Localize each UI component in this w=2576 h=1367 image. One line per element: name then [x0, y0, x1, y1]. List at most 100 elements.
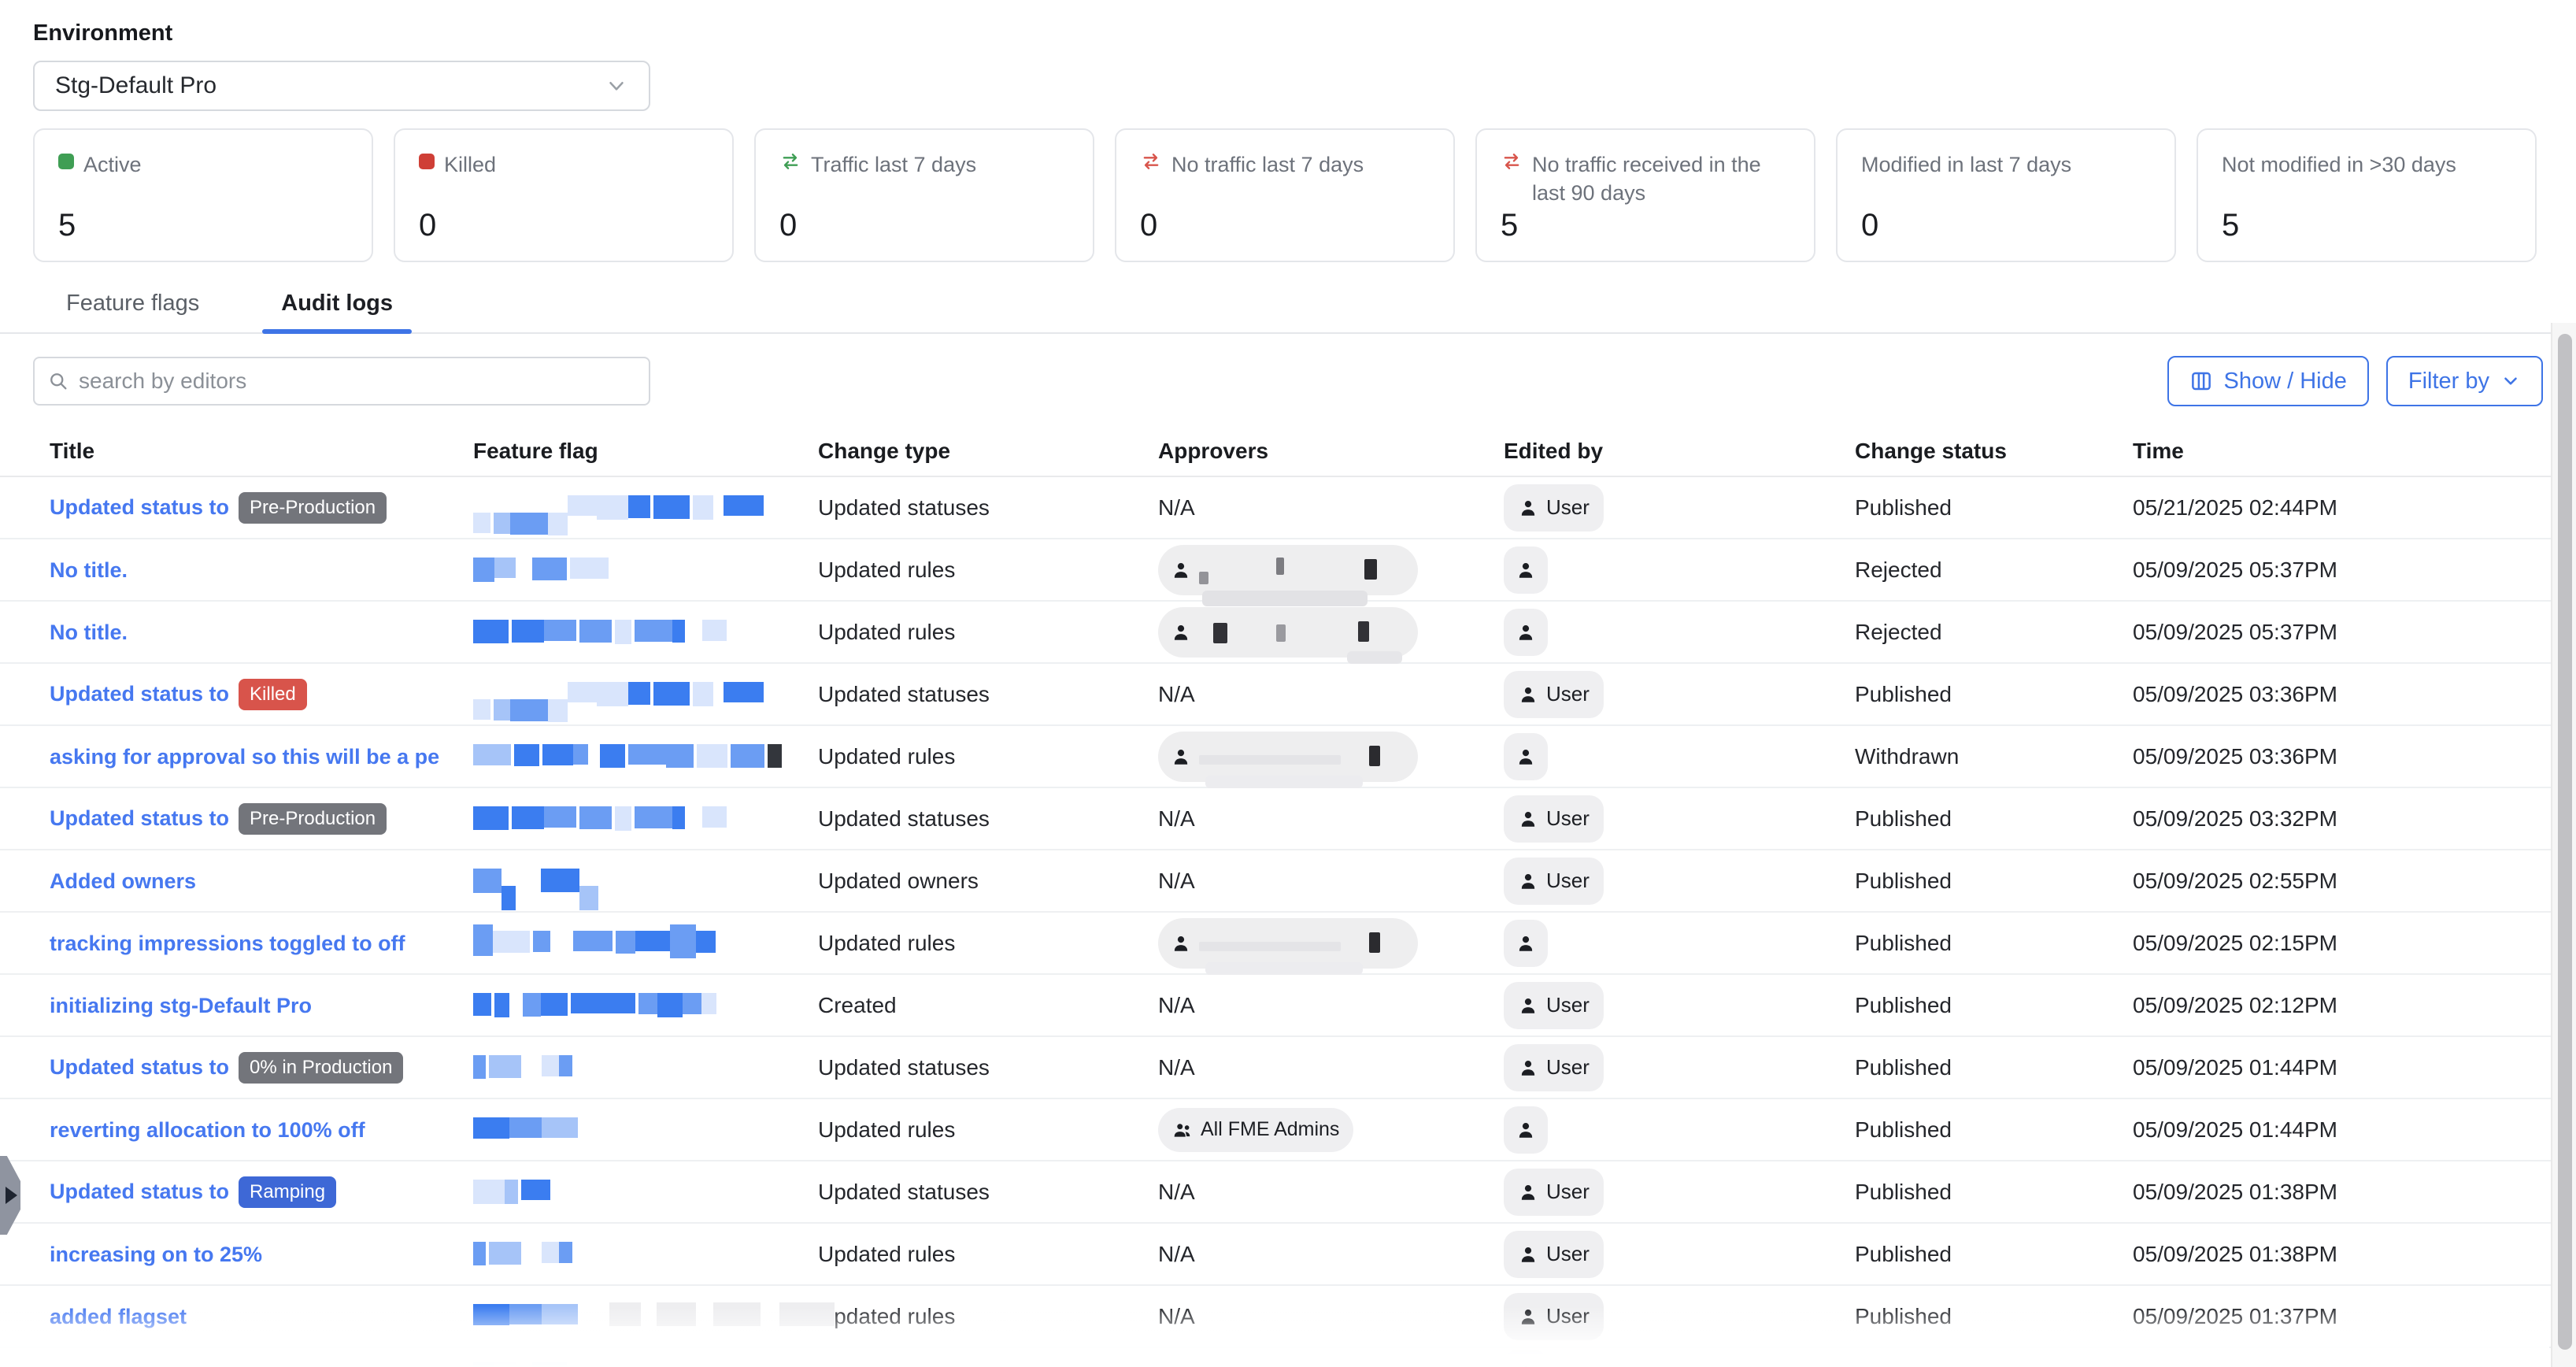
person-icon: [1516, 622, 1536, 643]
table-row: Added ownersUpdated ownersN/AUserPublish…: [0, 850, 2576, 913]
person-icon: [1518, 871, 1538, 891]
environment-select[interactable]: Stg-Default Pro: [33, 61, 650, 111]
search-input[interactable]: [79, 369, 636, 394]
edited-by-cell: [1487, 920, 1838, 967]
redacted-pixel-block: [541, 993, 568, 1016]
chevron-down-icon: [2500, 371, 2521, 391]
edited-by-pill: [1504, 920, 1548, 967]
time-cell: 05/09/2025 01:38PM: [2116, 1242, 2543, 1267]
audit-title-link[interactable]: Updated status toRamping: [50, 1176, 336, 1208]
redacted-pixel-block: [615, 806, 631, 831]
redacted-pixel-block: [473, 699, 490, 721]
vertical-scrollbar[interactable]: [2551, 323, 2576, 1367]
redacted-pixel-block: [493, 931, 530, 954]
audit-title-text: No title.: [50, 621, 128, 645]
redacted-pixel-block: [494, 1362, 515, 1367]
stat-card: No traffic last 7 days0: [1115, 128, 1455, 262]
redacted-pixel-block: [548, 699, 568, 723]
tab-feature-flags[interactable]: Feature flags: [47, 273, 218, 332]
audit-title-link[interactable]: Updated status toKilled: [50, 679, 307, 710]
edited-by-cell: [1487, 546, 1838, 594]
stat-card-label: No traffic received in the last 90 days: [1532, 150, 1790, 208]
change-type-cell: Updated rules: [801, 620, 1142, 645]
audit-title-link[interactable]: tracking impressions toggled to off: [50, 932, 405, 956]
stat-card: Active5: [33, 128, 373, 262]
search-box[interactable]: [33, 357, 650, 406]
audit-title-link[interactable]: increasing on to 25%: [50, 1243, 262, 1267]
column-header-change-type: Change type: [801, 439, 1142, 464]
person-icon: [1518, 1244, 1538, 1265]
time-cell: 05/09/2025 05:37PM: [2116, 620, 2543, 645]
table-row: added flagsetUpdated rulesN/AUserPublish…: [0, 1286, 2576, 1348]
edited-by-pill: [1504, 546, 1548, 594]
audit-title-link[interactable]: No title.: [50, 621, 128, 645]
audit-title-link[interactable]: initializing stg-Default Pro: [50, 994, 312, 1018]
redacted-pixel-block: [473, 1304, 509, 1326]
person-icon: [1518, 1306, 1538, 1327]
audit-title-link[interactable]: reverting allocation to 100% off: [50, 1118, 365, 1143]
audit-title-link[interactable]: Updated status toPre-Production: [50, 803, 387, 835]
scrollbar-thumb[interactable]: [2558, 334, 2572, 1350]
person-icon: [1518, 995, 1538, 1016]
feature-flag-cell: [457, 980, 801, 1031]
show-hide-button[interactable]: Show / Hide: [2167, 356, 2369, 406]
change-type-cell: Updated statuses: [801, 495, 1142, 520]
redacted-pixel-block: [512, 806, 544, 829]
approvers-cell: [1142, 607, 1487, 658]
redacted-pixel-block: [724, 682, 764, 703]
audit-title-cell: No title.: [33, 620, 457, 645]
redacted-name-block: [1364, 559, 1377, 580]
redacted-pixel-block: [541, 869, 579, 893]
edited-by-label: User: [1546, 1304, 1590, 1328]
feature-flag-cell: [457, 483, 801, 533]
audit-title-cell: increasing on to 25%: [33, 1242, 457, 1267]
approver-redacted-pill: [1158, 732, 1418, 782]
table-header-row: TitleFeature flagChange typeApproversEdi…: [0, 427, 2576, 477]
redacted-pixel-block: [568, 682, 597, 702]
redacted-pixel-block: [473, 806, 509, 831]
approvers-cell: N/A: [1142, 869, 1487, 894]
audit-title-link[interactable]: Updated status toPre-Production: [50, 492, 387, 524]
redacted-pixel-block: [628, 682, 650, 706]
audit-title-link[interactable]: Updated status to0% in Production: [50, 1052, 403, 1084]
edited-by-cell: User: [1487, 858, 1838, 905]
tab-audit-logs[interactable]: Audit logs: [262, 273, 412, 332]
audit-title-link[interactable]: No title.: [50, 558, 128, 583]
audit-title-link[interactable]: Added owners: [50, 869, 196, 894]
redacted-sub-block: [1202, 591, 1368, 606]
redacted-pixel-block: [542, 1055, 559, 1076]
redacted-pixel-block: [693, 682, 713, 706]
table-row: Updated status toPre-ProductionUpdated s…: [0, 788, 2576, 850]
person-icon: [1518, 809, 1538, 829]
redacted-pixel-block: [779, 1302, 835, 1326]
audit-title-cell: tracking impressions toggled to off: [33, 931, 457, 956]
change-status-cell: Published: [1838, 1180, 2116, 1205]
feature-flag-redacted: [473, 918, 757, 969]
audit-title-link[interactable]: asking for approval so this will be a pe: [50, 745, 439, 769]
redacted-pixel-block: [579, 886, 598, 910]
feature-flag-cell: [457, 856, 801, 906]
redacted-pixel-block: [697, 744, 727, 769]
audit-title-link[interactable]: added flagset: [50, 1305, 187, 1329]
redacted-pixel-block: [568, 495, 597, 516]
redacted-pixel-block: [573, 931, 613, 952]
redacted-pixel-block: [473, 1242, 486, 1265]
change-status-cell: Published: [1838, 1304, 2116, 1329]
columns-icon: [2189, 369, 2213, 393]
feature-flag-cell: [457, 545, 801, 595]
edited-by-cell: User: [1487, 982, 1838, 1029]
expand-arrow-icon: [6, 1187, 17, 1204]
search-icon: [47, 370, 69, 392]
table-row: No title.Updated rulesRejected05/09/2025…: [0, 602, 2576, 664]
edited-by-cell: User: [1487, 1231, 1838, 1278]
redacted-pixel-block: [473, 744, 511, 766]
change-status-cell: Published: [1838, 806, 2116, 832]
active-square-icon: [58, 154, 74, 169]
redacted-pixel-block: [473, 924, 493, 957]
redacted-pixel-block: [670, 924, 696, 959]
approver-group-label: All FME Admins: [1201, 1118, 1339, 1141]
stat-card-label-row: Modified in last 7 days: [1861, 150, 2151, 179]
feature-flag-redacted: [473, 545, 646, 595]
table-row: increasing on to 25%Updated rulesN/AUser…: [0, 1224, 2576, 1286]
filter-by-button[interactable]: Filter by: [2386, 356, 2543, 406]
